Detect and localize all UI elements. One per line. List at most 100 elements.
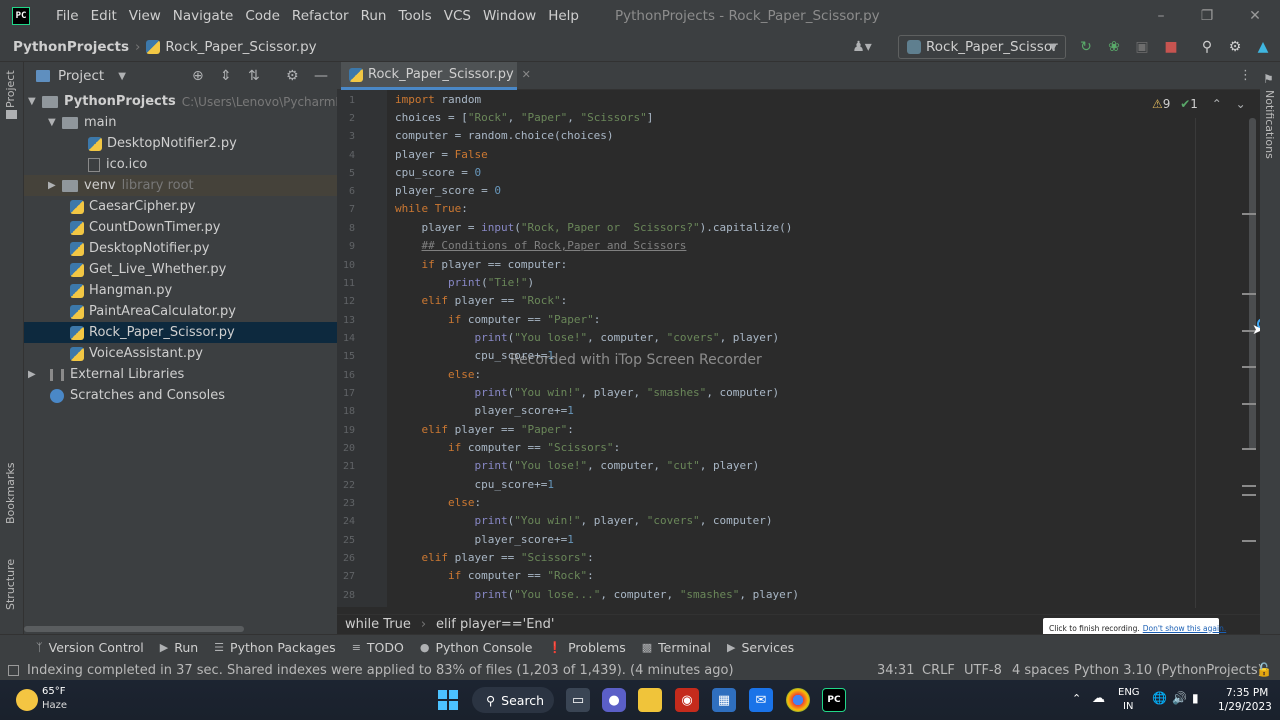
menu-navigate[interactable]: Navigate xyxy=(167,8,240,24)
menu-vcs[interactable]: VCS xyxy=(438,8,477,24)
python-interpreter[interactable]: Python 3.10 (PythonProjects) xyxy=(1074,663,1263,678)
menu-view[interactable]: View xyxy=(123,8,167,24)
locate-file-icon[interactable]: ⊕ xyxy=(192,68,204,84)
tree-item-venv[interactable]: ▶ venv library root xyxy=(24,175,337,196)
stop-icon[interactable]: ■ xyxy=(1161,37,1181,57)
error-stripe-mark[interactable] xyxy=(1242,293,1256,295)
error-stripe-mark[interactable] xyxy=(1242,366,1256,368)
more-options-icon[interactable]: ⋮ xyxy=(1239,68,1252,83)
tree-item-get-live-whether[interactable]: Get_Live_Whether.py xyxy=(24,259,337,280)
tree-item-caesarcipher[interactable]: CaesarCipher.py xyxy=(24,196,337,217)
tree-item-desktopnotifier[interactable]: DesktopNotifier.py xyxy=(24,238,337,259)
lock-icon[interactable]: 🔓 xyxy=(1256,663,1272,678)
tree-item-ico[interactable]: ico.ico xyxy=(24,154,337,175)
menu-refactor[interactable]: Refactor xyxy=(286,8,355,24)
collapsed-arrow-icon[interactable]: ▶ xyxy=(28,369,42,380)
tree-item-scratches[interactable]: Scratches and Consoles xyxy=(24,385,337,406)
settings-gear-icon[interactable]: ⚙ xyxy=(1225,37,1245,57)
menu-code[interactable]: Code xyxy=(239,8,286,24)
menu-tools[interactable]: Tools xyxy=(392,8,437,24)
collapse-all-icon[interactable]: ⇅ xyxy=(248,68,260,84)
restore-icon[interactable]: ❐ xyxy=(1184,0,1230,32)
tool-services[interactable]: ▶ Services xyxy=(727,640,794,655)
user-icon[interactable]: ♟▾ xyxy=(852,37,872,57)
tree-item-hangman[interactable]: Hangman.py xyxy=(24,280,337,301)
notifications-tool-tab[interactable]: Notifications xyxy=(1263,90,1276,159)
tree-item-main[interactable]: ▼ main xyxy=(24,112,337,133)
toggle-tool-windows-icon[interactable] xyxy=(8,664,19,676)
error-stripe-mark[interactable] xyxy=(1242,494,1256,496)
tool-python-packages[interactable]: ☰ Python Packages xyxy=(214,640,336,655)
editor-tab-rock-paper-scissor[interactable]: Rock_Paper_Scissor.py ✕ xyxy=(341,62,531,90)
tree-item-paintareacalculator[interactable]: PaintAreaCalculator.py xyxy=(24,301,337,322)
tool-run[interactable]: ▶ Run xyxy=(160,640,198,655)
menu-edit[interactable]: Edit xyxy=(85,8,123,24)
menu-run[interactable]: Run xyxy=(355,8,393,24)
tree-item-pythonprojects[interactable]: ▼ PythonProjects C:\Users\Lenovo\Pycharm… xyxy=(24,91,354,112)
tree-item-desktopnotifier2[interactable]: DesktopNotifier2.py xyxy=(24,133,337,154)
notifications-bell-icon[interactable]: ⚑ xyxy=(1263,72,1274,86)
tree-item-rock-paper-scissor[interactable]: Rock_Paper_Scissor.py xyxy=(24,322,337,343)
show-hidden-icons-icon[interactable]: ⌃ xyxy=(1072,692,1081,705)
line-separator[interactable]: CRLF xyxy=(922,663,955,678)
coverage-icon[interactable]: ▣ xyxy=(1132,37,1152,57)
tool-python-console[interactable]: ● Python Console xyxy=(420,640,533,655)
breadcrumb-while-true[interactable]: while True xyxy=(345,617,411,632)
file-encoding[interactable]: UTF-8 xyxy=(964,663,1002,678)
chevron-down-icon[interactable]: ▼ xyxy=(118,71,126,82)
clock-time[interactable]: 7:35 PM xyxy=(1226,687,1268,699)
indent-setting[interactable]: 4 spaces xyxy=(1012,663,1069,678)
mail-icon[interactable]: ✉ xyxy=(749,688,773,712)
tree-item-external-libraries[interactable]: ▶ External Libraries xyxy=(24,364,337,385)
menu-help[interactable]: Help xyxy=(542,8,585,24)
tool-problems[interactable]: ❗ Problems xyxy=(548,640,625,655)
jetbrains-toolbox-icon[interactable]: ▲ xyxy=(1253,37,1273,57)
collapsed-arrow-icon[interactable]: ▶ xyxy=(48,180,62,191)
tool-todo[interactable]: ≡ TODO xyxy=(352,640,404,655)
error-stripe-mark[interactable] xyxy=(1242,448,1256,450)
tool-terminal[interactable]: ▩ Terminal xyxy=(642,640,711,655)
weather-condition[interactable]: Haze xyxy=(42,700,67,711)
horizontal-scrollbar[interactable] xyxy=(24,626,244,632)
weather-sun-icon[interactable] xyxy=(16,689,38,711)
search-icon[interactable]: ⚲ xyxy=(1197,37,1217,57)
rerun-icon[interactable]: ↻ xyxy=(1076,37,1096,57)
network-globe-icon[interactable]: 🌐 xyxy=(1152,691,1167,705)
menu-window[interactable]: Window xyxy=(477,8,542,24)
debug-icon[interactable]: ❀ xyxy=(1104,37,1124,57)
task-view-icon[interactable]: ▭ xyxy=(566,688,590,712)
dont-show-again-link[interactable]: Don't show this again. xyxy=(1143,624,1227,633)
close-icon[interactable]: ✕ xyxy=(1232,0,1278,32)
inspection-widget[interactable]: ⚠9 ✔1 ⌃ ⌄ xyxy=(1152,97,1246,111)
structure-tool-tab[interactable]: Structure xyxy=(4,559,17,610)
screen-recorder-icon[interactable]: ◉ xyxy=(675,688,699,712)
pycharm-taskbar-icon[interactable]: PC xyxy=(822,688,846,712)
editor-vertical-scrollbar[interactable] xyxy=(1249,118,1256,450)
breadcrumb-file[interactable]: Rock_Paper_Scissor.py xyxy=(146,39,317,55)
status-message[interactable]: Indexing completed in 37 sec. Shared ind… xyxy=(27,663,734,678)
breadcrumb-project[interactable]: PythonProjects xyxy=(13,39,129,55)
error-stripe-mark[interactable] xyxy=(1242,213,1256,215)
panel-options-gear-icon[interactable]: ⚙ xyxy=(286,68,299,84)
project-panel-title[interactable]: Project xyxy=(58,68,104,84)
close-tab-icon[interactable]: ✕ xyxy=(522,68,531,81)
teams-chat-icon[interactable]: ● xyxy=(602,688,626,712)
tool-version-control[interactable]: ᛉ Version Control xyxy=(36,640,144,655)
minimize-icon[interactable]: – xyxy=(1138,0,1184,32)
expand-all-icon[interactable]: ⇕ xyxy=(220,68,232,84)
expanded-arrow-icon[interactable]: ▼ xyxy=(28,96,42,107)
error-stripe-mark[interactable] xyxy=(1242,485,1256,487)
taskbar-search[interactable]: ⚲ Search xyxy=(472,687,554,713)
volume-icon[interactable]: 🔊 xyxy=(1172,691,1187,705)
microsoft-store-icon[interactable]: ▦ xyxy=(712,688,736,712)
onedrive-cloud-icon[interactable]: ☁ xyxy=(1092,691,1105,706)
caret-position[interactable]: 34:31 xyxy=(877,663,914,678)
expanded-arrow-icon[interactable]: ▼ xyxy=(48,117,62,128)
tree-item-voiceassistant[interactable]: VoiceAssistant.py xyxy=(24,343,337,364)
hide-panel-icon[interactable]: — xyxy=(314,68,328,84)
region-indicator[interactable]: IN xyxy=(1123,701,1133,712)
windows-start-icon[interactable] xyxy=(436,688,460,712)
error-stripe-mark[interactable] xyxy=(1242,403,1256,405)
battery-icon[interactable]: ▮ xyxy=(1192,691,1199,705)
language-indicator[interactable]: ENG xyxy=(1118,687,1140,698)
